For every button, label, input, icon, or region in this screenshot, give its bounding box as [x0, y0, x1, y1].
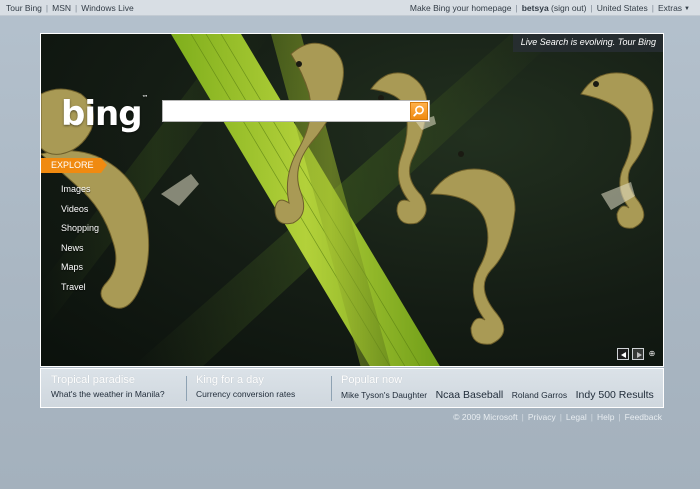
username: betsya [521, 3, 549, 13]
region-link[interactable]: United States [597, 3, 648, 13]
legal-link[interactable]: Legal [566, 412, 587, 422]
panel-column-1: Tropical paradise What's the weather in … [41, 369, 186, 407]
panel-heading[interactable]: Tropical paradise [51, 374, 186, 386]
panel-column-popular: Popular now Mike Tyson's Daughter Ncaa B… [331, 369, 664, 407]
hero-image: Live Search is evolving. Tour Bing bing™… [40, 33, 664, 367]
tour-bing-link[interactable]: Tour Bing [6, 3, 42, 13]
popular-item[interactable]: Roland Garros [512, 390, 567, 400]
popular-now-heading: Popular now [341, 374, 403, 386]
panel-link[interactable]: Currency conversion rates [196, 389, 331, 399]
bing-logo[interactable]: bing™ [61, 94, 149, 134]
windows-live-link[interactable]: Windows Live [81, 3, 133, 13]
hero-controls: ⊕ [614, 348, 657, 360]
nav-item-travel[interactable]: Travel [61, 282, 99, 302]
sign-out-link[interactable]: (sign out) [551, 3, 586, 13]
tour-bing-banner[interactable]: Live Search is evolving. Tour Bing [512, 34, 663, 52]
msn-link[interactable]: MSN [52, 3, 71, 13]
panel-heading[interactable]: King for a day [196, 374, 331, 386]
prev-arrow-icon [621, 352, 626, 358]
previous-image-button[interactable] [617, 348, 629, 360]
nav-item-shopping[interactable]: Shopping [61, 223, 99, 243]
nav-item-news[interactable]: News [61, 243, 99, 263]
separator: | [590, 3, 593, 13]
separator: | [521, 412, 524, 422]
seahorse-background-image [41, 34, 654, 366]
popular-item[interactable]: Indy 500 Results [576, 389, 654, 401]
next-image-button[interactable] [632, 348, 644, 360]
popular-item[interactable]: Ncaa Baseball [436, 389, 504, 401]
logo-text: bing [61, 94, 143, 134]
copyright: © 2009 Microsoft [453, 412, 518, 422]
search-icon [413, 105, 424, 117]
top-left-links: Tour Bing | MSN | Windows Live [6, 3, 134, 13]
separator: | [515, 3, 518, 13]
explore-label: EXPLORE [41, 158, 107, 173]
feedback-link[interactable]: Feedback [625, 412, 662, 422]
popular-now-list: Mike Tyson's Daughter Ncaa Baseball Rola… [341, 389, 664, 401]
caret-down-icon: ▼ [684, 6, 690, 12]
popular-item[interactable]: Mike Tyson's Daughter [341, 390, 427, 400]
separator: | [559, 412, 562, 422]
search-input[interactable] [163, 101, 411, 121]
separator: | [651, 3, 654, 13]
separator: | [590, 412, 593, 422]
help-link[interactable]: Help [597, 412, 614, 422]
explore-nav: Images Videos Shopping News Maps Travel [61, 184, 99, 301]
top-right-links: Make Bing your homepage | betsya (sign out… [410, 3, 690, 13]
privacy-link[interactable]: Privacy [528, 412, 556, 422]
nav-item-maps[interactable]: Maps [61, 262, 99, 282]
separator: | [618, 412, 621, 422]
nav-item-images[interactable]: Images [61, 184, 99, 204]
separator: | [75, 3, 78, 13]
info-icon[interactable]: ⊕ [647, 348, 657, 360]
info-panel: Tropical paradise What's the weather in … [40, 368, 664, 408]
footer: © 2009 Microsoft | Privacy | Legal | Help | Feed… [453, 412, 662, 422]
search-box [162, 100, 430, 122]
panel-link[interactable]: What's the weather in Manila? [51, 389, 186, 399]
nav-item-videos[interactable]: Videos [61, 204, 99, 224]
extras-menu[interactable]: Extras ▼ [658, 3, 690, 13]
panel-column-2: King for a day Currency conversion rates [186, 369, 331, 407]
extras-label: Extras [657, 3, 683, 13]
search-button[interactable] [410, 102, 428, 120]
top-bar: Tour Bing | MSN | Windows Live Make Bing you… [0, 0, 700, 16]
logo-trademark: ™ [141, 94, 149, 102]
next-arrow-icon [637, 352, 642, 358]
make-homepage-link[interactable]: Make Bing your homepage [410, 3, 512, 13]
separator: | [45, 3, 49, 13]
